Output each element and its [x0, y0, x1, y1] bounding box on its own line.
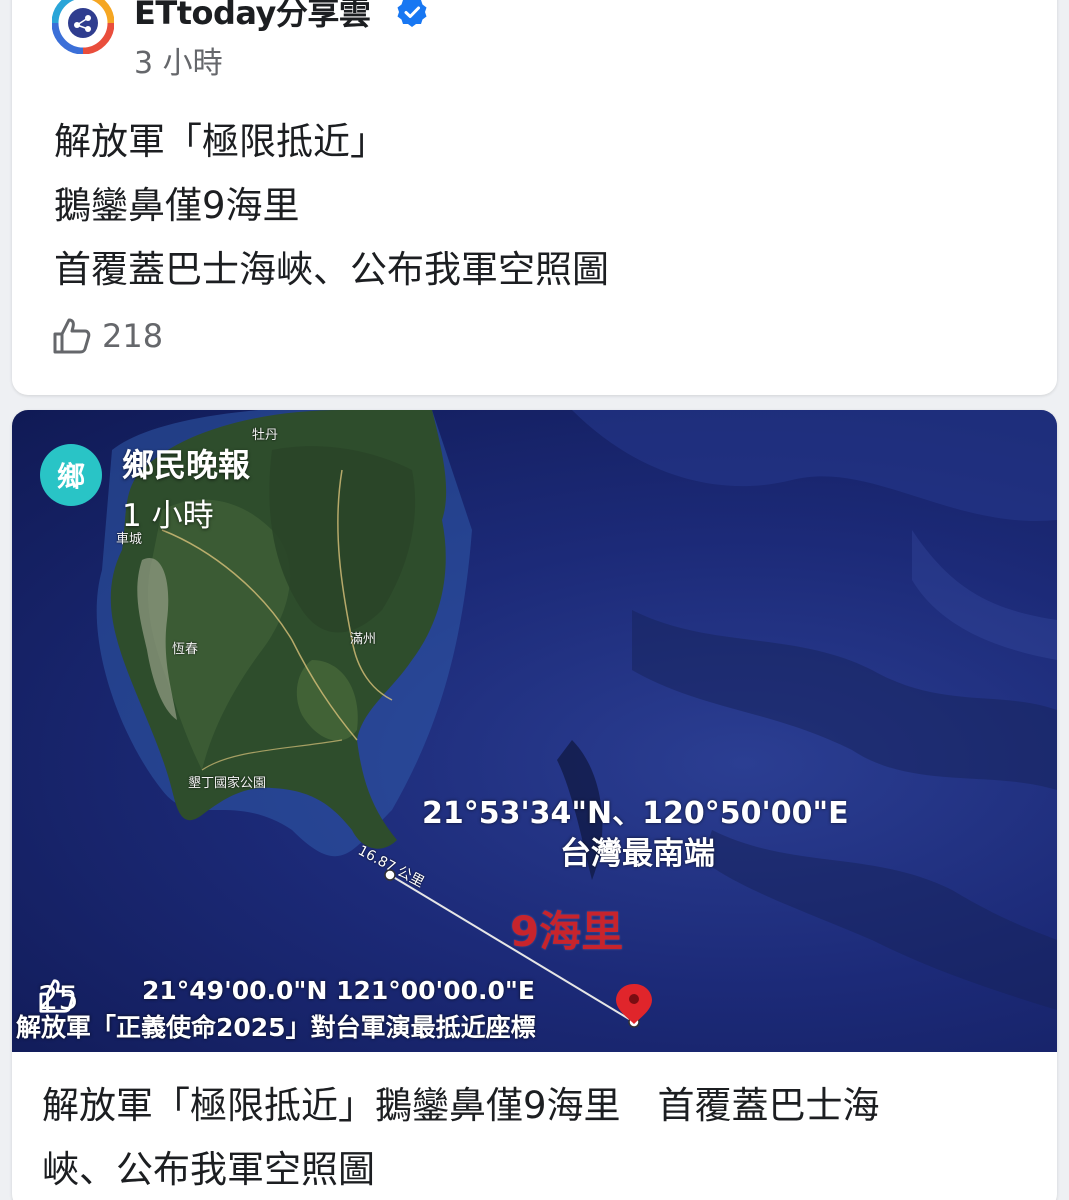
southern-tip-coordinate: 21°53'34"N、120°50'00"E — [422, 796, 849, 831]
page-avatar-ettoday[interactable] — [51, 0, 115, 55]
map-screenshot-image[interactable]: 牡丹 車城 滿州 恆春 墾丁國家公園 鄉 鄉民晚報 1 小時 21°53'34"… — [12, 410, 1057, 1052]
link-headline-line: 峽、公布我軍空照圖 — [42, 1148, 375, 1191]
overlay-like-count: 25 — [38, 978, 79, 1018]
post-text-line: 首覆蓋巴士海峽、公布我軍空照圖 — [54, 248, 609, 291]
like-count: 218 — [102, 317, 164, 355]
page-name[interactable]: ETtoday分享雲 — [134, 0, 371, 34]
verified-badge-icon — [396, 0, 428, 28]
post-card-ettoday[interactable]: ETtoday分享雲 3 小時 解放軍「極限抵近」 鵝鑾鼻僅9海里 首覆蓋巴士海… — [12, 0, 1057, 395]
page-avatar-xiangmin: 鄉 — [40, 444, 102, 506]
feed-screen: ETtoday分享雲 3 小時 解放軍「極限抵近」 鵝鑾鼻僅9海里 首覆蓋巴士海… — [0, 0, 1069, 1200]
overlay-page-name: 鄉民晚報 — [122, 446, 251, 484]
post-text-line: 鵝鑾鼻僅9海里 — [54, 184, 300, 227]
post-text-line: 解放軍「極限抵近」 — [54, 120, 387, 163]
distance-nautical-miles-label: 9海里 — [510, 907, 624, 956]
map-place-label: 恆春 — [172, 642, 199, 657]
thumbs-up-icon — [53, 318, 91, 354]
post-timestamp[interactable]: 3 小時 — [134, 38, 223, 82]
southern-tip-label: 台灣最南端 — [560, 836, 715, 872]
map-caption: 解放軍「正義使命2025」對台軍演最抵近座標 — [16, 1013, 536, 1042]
thumbs-up-icon — [39, 979, 75, 1013]
post-card-link[interactable]: 牡丹 車城 滿州 恆春 墾丁國家公園 鄉 鄉民晚報 1 小時 21°53'34"… — [12, 410, 1057, 1200]
location-pin-icon — [616, 984, 652, 1024]
like-button[interactable]: 218 — [52, 316, 163, 356]
pla-coordinate: 21°49'00.0"N 121°00'00.0"E — [142, 976, 535, 1005]
post-text: 解放軍「極限抵近」 鵝鑾鼻僅9海里 首覆蓋巴士海峽、公布我軍空照圖 — [54, 110, 609, 302]
overlay-timestamp: 1 小時 — [122, 498, 214, 534]
map-place-label: 牡丹 — [252, 428, 279, 443]
link-headline[interactable]: 解放軍「極限抵近」鵝鑾鼻僅9海里 首覆蓋巴士海 峽、公布我軍空照圖 — [42, 1074, 1032, 1200]
link-headline-line: 解放軍「極限抵近」鵝鑾鼻僅9海里 首覆蓋巴士海 — [42, 1084, 880, 1127]
map-place-label: 墾丁國家公園 — [188, 776, 267, 791]
map-place-label: 滿州 — [350, 632, 377, 647]
